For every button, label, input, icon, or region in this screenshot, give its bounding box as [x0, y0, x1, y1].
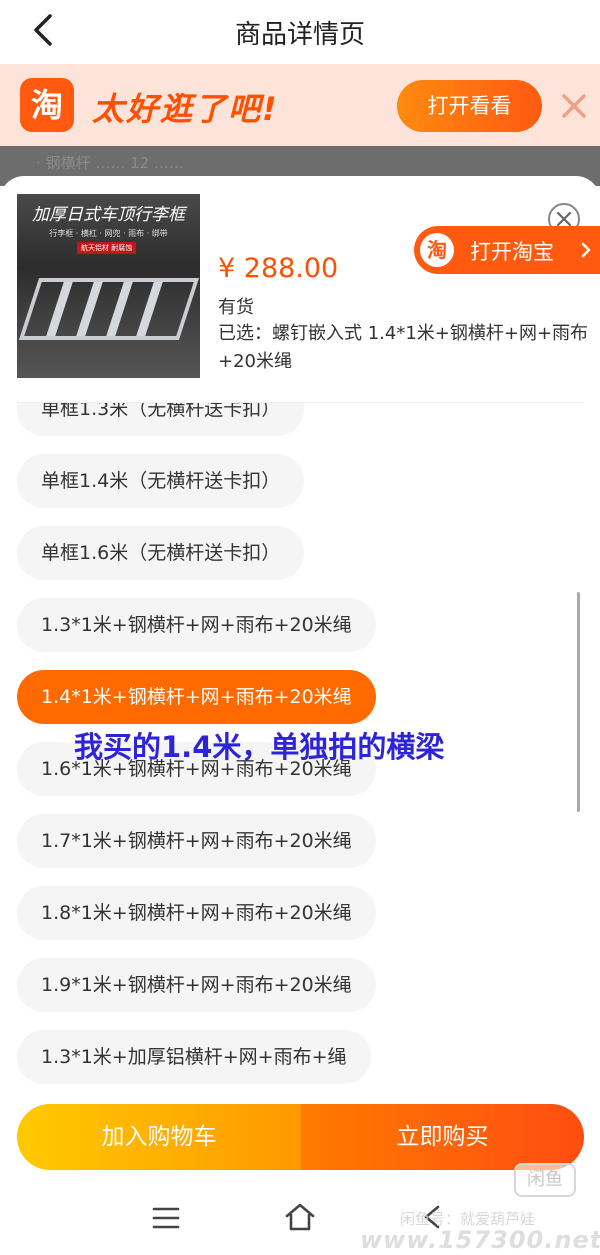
sku-selector-sheet: 加厚日式车顶行李框 行李框 · 横杠 · 网兜 · 雨布 · 绑带 航天铝材 耐…	[0, 176, 600, 1255]
variant-option[interactable]: 单框1.3米（无横杆送卡扣）	[17, 403, 305, 436]
selected-variant: 已选：螺钉嵌入式 1.4*1米+钢横杆+网+雨布+20米绳	[218, 323, 589, 372]
roof-rack-illustration	[18, 278, 200, 340]
taobao-promo-banner: 淘 太好逛了吧! 打开看看	[0, 64, 600, 146]
scrollbar[interactable]	[577, 592, 580, 812]
annotation-overlay-text: 我买的1.4米，单独拍的横梁	[74, 730, 445, 764]
thumbnail-tag: 航天铝材 耐腐蚀	[77, 242, 137, 254]
variant-option[interactable]: 1.9*1米+钢横杆+网+雨布+20米绳	[17, 958, 376, 1012]
buy-now-button[interactable]: 立即购买	[301, 1104, 584, 1170]
page-title: 商品详情页	[234, 20, 365, 50]
variant-option[interactable]: 单框1.4米（无横杆送卡扣）	[17, 454, 305, 508]
variant-option[interactable]: 单框1.6米（无横杆送卡扣）	[17, 526, 305, 580]
top-nav-bar: 商品详情页	[0, 0, 600, 64]
open-app-button[interactable]: 打开看看	[397, 80, 542, 132]
menu-icon[interactable]	[152, 1206, 180, 1230]
thumbnail-caption: 加厚日式车顶行李框	[32, 205, 185, 225]
background-text: · 钢横杆 …… 12 ……	[36, 154, 184, 172]
add-to-cart-button[interactable]: 加入购物车	[17, 1104, 301, 1170]
variant-option[interactable]: 1.3*1米+钢横杆+网+雨布+20米绳	[17, 598, 376, 652]
thumbnail-subtitle: 行李框 · 横杠 · 网兜 · 雨布 · 绑带	[49, 229, 168, 238]
product-thumbnail: 加厚日式车顶行李框 行李框 · 横杠 · 网兜 · 雨布 · 绑带 航天铝材 耐…	[17, 194, 200, 378]
open-taobao-label: 打开淘宝	[470, 240, 554, 264]
banner-slogan: 太好逛了吧!	[92, 90, 279, 128]
home-icon[interactable]	[284, 1202, 316, 1232]
variant-option[interactable]: 1.3*1米+加厚铝横杆+网+雨布+绳	[17, 1030, 371, 1084]
taobao-mini-logo: 淘	[420, 233, 454, 267]
close-icon[interactable]	[560, 92, 588, 120]
variant-option[interactable]: 1.7*1米+钢横杆+网+雨布+20米绳	[17, 814, 376, 868]
product-price: ¥ 288.00	[218, 253, 339, 284]
chevron-right-icon	[581, 242, 591, 258]
xianyu-watermark-badge: 闲鱼	[514, 1163, 576, 1197]
variant-option[interactable]: 1.8*1米+钢横杆+网+雨布+20米绳	[17, 886, 376, 940]
watermark-domain: www.157300.net	[360, 1226, 600, 1254]
open-taobao-button[interactable]: 淘 打开淘宝	[414, 226, 600, 274]
stock-status: 有货	[218, 297, 254, 318]
variant-option-selected[interactable]: 1.4*1米+钢横杆+网+雨布+20米绳	[17, 670, 376, 724]
taobao-logo: 淘	[20, 78, 74, 132]
